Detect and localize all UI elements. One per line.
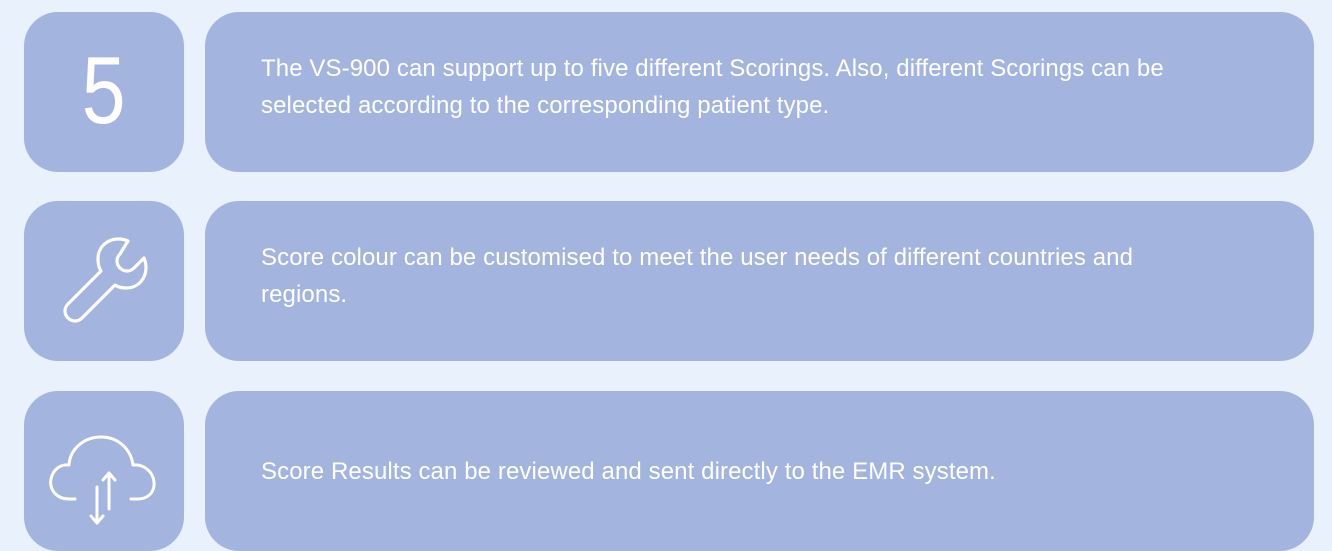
feature-row-emr: Score Results can be reviewed and sent d…	[24, 391, 1314, 551]
feature-description: The VS-900 can support up to five differ…	[261, 55, 1164, 119]
feature-card: Score colour can be customised to meet t…	[205, 201, 1314, 361]
number-five-icon: 5	[82, 37, 126, 144]
wrench-icon	[63, 237, 148, 323]
feature-row-colour: Score colour can be customised to meet t…	[24, 201, 1314, 361]
feature-description: Score Results can be reviewed and sent d…	[261, 458, 996, 485]
icon-tile: 5	[24, 12, 184, 172]
feature-list: 5 The VS-900 can support up to five diff…	[0, 0, 1332, 551]
feature-card: Score Results can be reviewed and sent d…	[205, 391, 1314, 551]
cloud-upload-download-icon	[49, 435, 156, 525]
feature-row-scorings: 5 The VS-900 can support up to five diff…	[24, 12, 1314, 172]
feature-card: The VS-900 can support up to five differ…	[205, 12, 1314, 172]
feature-description: Score colour can be customised to meet t…	[261, 244, 1134, 308]
icon-tile	[24, 391, 184, 551]
icon-tile	[24, 201, 184, 361]
